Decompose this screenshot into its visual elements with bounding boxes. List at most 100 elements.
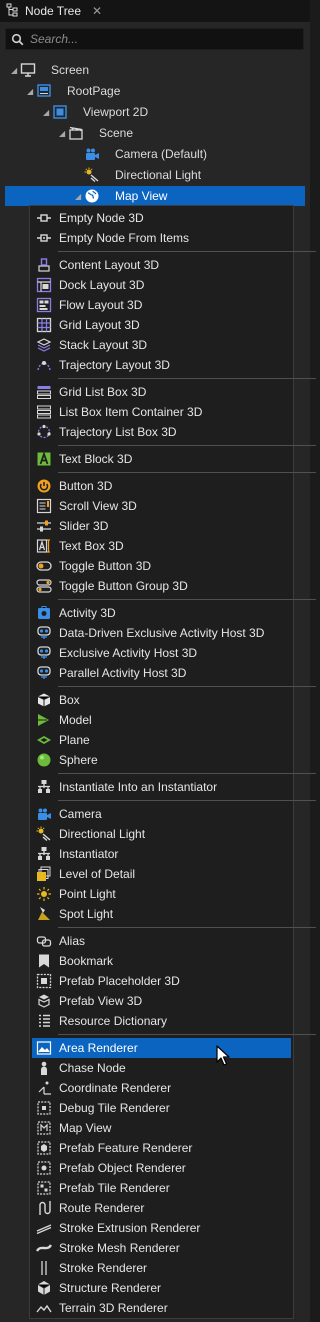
menu-item-point-light[interactable]: Point Light bbox=[30, 884, 293, 904]
scene-icon bbox=[68, 125, 84, 141]
menu-item-dock-layout-3d[interactable]: Dock Layout 3D bbox=[30, 275, 293, 295]
menu-item-prefab-placeholder-3d[interactable]: Prefab Placeholder 3D bbox=[30, 971, 293, 991]
grid-list-box-icon bbox=[36, 384, 52, 400]
menu-item-label: Prefab Tile Renderer bbox=[59, 1181, 170, 1195]
menu-item-empty-node-3d[interactable]: Empty Node 3D bbox=[30, 208, 293, 228]
menu-item-structure-renderer[interactable]: Structure Renderer bbox=[30, 1278, 293, 1298]
menu-separator bbox=[58, 251, 316, 252]
text-box-icon bbox=[36, 538, 52, 554]
node-tree-icon bbox=[6, 3, 20, 20]
expand-arrow-icon[interactable]: ◢ bbox=[59, 129, 65, 138]
menu-item-camera[interactable]: Camera bbox=[30, 804, 293, 824]
menu-item-exclusive-activity-host-3d[interactable]: Exclusive Activity Host 3D bbox=[30, 643, 293, 663]
expand-arrow-icon[interactable]: ◢ bbox=[27, 87, 33, 96]
menu-item-debug-tile-renderer[interactable]: Debug Tile Renderer bbox=[30, 1098, 293, 1118]
menu-item-prefab-tile-renderer[interactable]: Prefab Tile Renderer bbox=[30, 1178, 293, 1198]
menu-item-grid-list-box-3d[interactable]: Grid List Box 3D bbox=[30, 382, 293, 402]
search-input[interactable] bbox=[30, 32, 280, 46]
tree-node-directional-light[interactable]: Directional Light bbox=[0, 165, 310, 185]
menu-item-label: Empty Node From Items bbox=[59, 231, 190, 245]
menu-item-slider-3d[interactable]: Slider 3D bbox=[30, 516, 293, 536]
menu-item-label: Activity 3D bbox=[59, 606, 116, 620]
camera-icon bbox=[36, 806, 52, 822]
menu-separator bbox=[58, 1034, 316, 1035]
menu-item-stack-layout-3d[interactable]: Stack Layout 3D bbox=[30, 335, 293, 355]
menu-item-map-view[interactable]: Map View bbox=[30, 1118, 293, 1138]
menu-item-content-layout-3d[interactable]: Content Layout 3D bbox=[30, 255, 293, 275]
search-icon bbox=[11, 33, 24, 45]
expand-arrow-icon[interactable]: ◢ bbox=[11, 66, 17, 75]
menu-item-route-renderer[interactable]: Route Renderer bbox=[30, 1198, 293, 1218]
menu-item-instantiate-into-an-instantiator[interactable]: Instantiate Into an Instantiator bbox=[30, 777, 293, 797]
menu-item-prefab-view-3d[interactable]: Prefab View 3D bbox=[30, 991, 293, 1011]
menu-item-model[interactable]: Model bbox=[30, 710, 293, 730]
tree-node-scene[interactable]: ◢ Scene bbox=[0, 123, 310, 143]
menu-item-stroke-renderer[interactable]: Stroke Renderer bbox=[30, 1258, 293, 1278]
menu-item-bookmark[interactable]: Bookmark bbox=[30, 951, 293, 971]
menu-item-label: Chase Node bbox=[59, 1061, 126, 1075]
menu-item-empty-node-from-items[interactable]: Empty Node From Items bbox=[30, 228, 293, 248]
menu-item-label: Stroke Mesh Renderer bbox=[59, 1241, 180, 1255]
tab-node-tree[interactable]: Node Tree ✕ bbox=[6, 0, 102, 22]
menu-item-list-box-item-container-3d[interactable]: List Box Item Container 3D bbox=[30, 402, 293, 422]
menu-item-directional-light[interactable]: Directional Light bbox=[30, 824, 293, 844]
search-box[interactable] bbox=[5, 28, 304, 50]
menu-item-box[interactable]: Box bbox=[30, 690, 293, 710]
instantiator-icon bbox=[36, 846, 52, 862]
menu-item-label: Dock Layout 3D bbox=[59, 278, 145, 292]
trajectory-list-box-icon bbox=[36, 424, 52, 440]
menu-item-coordinate-renderer[interactable]: Coordinate Renderer bbox=[30, 1078, 293, 1098]
menu-item-label: Bookmark bbox=[59, 954, 114, 968]
menu-item-activity-3d[interactable]: Activity 3D bbox=[30, 603, 293, 623]
menu-item-flow-layout-3d[interactable]: Flow Layout 3D bbox=[30, 295, 293, 315]
menu-item-alias[interactable]: Alias bbox=[30, 931, 293, 951]
menu-item-stroke-mesh-renderer[interactable]: Stroke Mesh Renderer bbox=[30, 1238, 293, 1258]
menu-item-area-renderer[interactable]: Area Renderer bbox=[32, 1038, 291, 1058]
menu-separator bbox=[58, 472, 316, 473]
menu-item-label: Stroke Renderer bbox=[59, 1261, 148, 1275]
menu-item-prefab-object-renderer[interactable]: Prefab Object Renderer bbox=[30, 1158, 293, 1178]
menu-item-resource-dictionary[interactable]: Resource Dictionary bbox=[30, 1011, 293, 1031]
menu-item-trajectory-layout-3d[interactable]: Trajectory Layout 3D bbox=[30, 355, 293, 375]
content-layout-icon bbox=[36, 257, 52, 273]
menu-item-scroll-view-3d[interactable]: Scroll View 3D bbox=[30, 496, 293, 516]
menu-item-grid-layout-3d[interactable]: Grid Layout 3D bbox=[30, 315, 293, 335]
menu-item-parallel-activity-host-3d[interactable]: Parallel Activity Host 3D bbox=[30, 663, 293, 683]
menu-item-stroke-extrusion-renderer[interactable]: Stroke Extrusion Renderer bbox=[30, 1218, 293, 1238]
map-view-icon bbox=[36, 1120, 52, 1136]
camera-icon bbox=[84, 146, 100, 162]
directional-light-icon bbox=[84, 167, 100, 183]
activity-host-icon bbox=[36, 645, 52, 661]
menu-item-trajectory-list-box-3d[interactable]: Trajectory List Box 3D bbox=[30, 422, 293, 442]
menu-item-toggle-button-3d[interactable]: Toggle Button 3D bbox=[30, 556, 293, 576]
menu-item-terrain-3d-renderer[interactable]: Terrain 3D Renderer bbox=[30, 1298, 293, 1318]
tree-node-viewport-2d[interactable]: ◢ Viewport 2D bbox=[0, 102, 310, 122]
alias-icon bbox=[36, 933, 52, 949]
menu-item-toggle-button-group-3d[interactable]: Toggle Button Group 3D bbox=[30, 576, 293, 596]
menu-separator bbox=[58, 599, 316, 600]
menu-item-spot-light[interactable]: Spot Light bbox=[30, 904, 293, 924]
toggle-button-icon bbox=[36, 558, 52, 574]
menu-item-chase-node[interactable]: Chase Node bbox=[30, 1058, 293, 1078]
menu-item-data-driven-exclusive-activity-host-3d[interactable]: Data-Driven Exclusive Activity Host 3D bbox=[30, 623, 293, 643]
tree-node-rootpage[interactable]: ◢ RootPage bbox=[0, 81, 310, 101]
menu-item-sphere[interactable]: Sphere bbox=[30, 750, 293, 770]
expand-arrow-icon[interactable]: ◢ bbox=[75, 192, 81, 201]
menu-item-instantiator[interactable]: Instantiator bbox=[30, 844, 293, 864]
menu-item-button-3d[interactable]: Button 3D bbox=[30, 476, 293, 496]
tree-node-screen[interactable]: ◢ Screen bbox=[0, 60, 310, 80]
tree-node-camera-default[interactable]: Camera (Default) bbox=[0, 144, 310, 164]
menu-item-label: Toggle Button Group 3D bbox=[59, 579, 188, 593]
grid-layout-icon bbox=[36, 317, 52, 333]
close-icon[interactable]: ✕ bbox=[92, 4, 102, 18]
menu-item-prefab-feature-renderer[interactable]: Prefab Feature Renderer bbox=[30, 1138, 293, 1158]
tree-node-map-view[interactable]: ◢ Map View bbox=[5, 186, 305, 206]
menu-item-level-of-detail[interactable]: Level of Detail bbox=[30, 864, 293, 884]
menu-item-text-box-3d[interactable]: Text Box 3D bbox=[30, 536, 293, 556]
menu-item-plane[interactable]: Plane bbox=[30, 730, 293, 750]
box-icon bbox=[36, 692, 52, 708]
menu-item-text-block-3d[interactable]: Text Block 3D bbox=[30, 449, 293, 469]
expand-arrow-icon[interactable]: ◢ bbox=[43, 108, 49, 117]
menu-item-label: Structure Renderer bbox=[59, 1281, 162, 1295]
activity-icon bbox=[36, 605, 52, 621]
